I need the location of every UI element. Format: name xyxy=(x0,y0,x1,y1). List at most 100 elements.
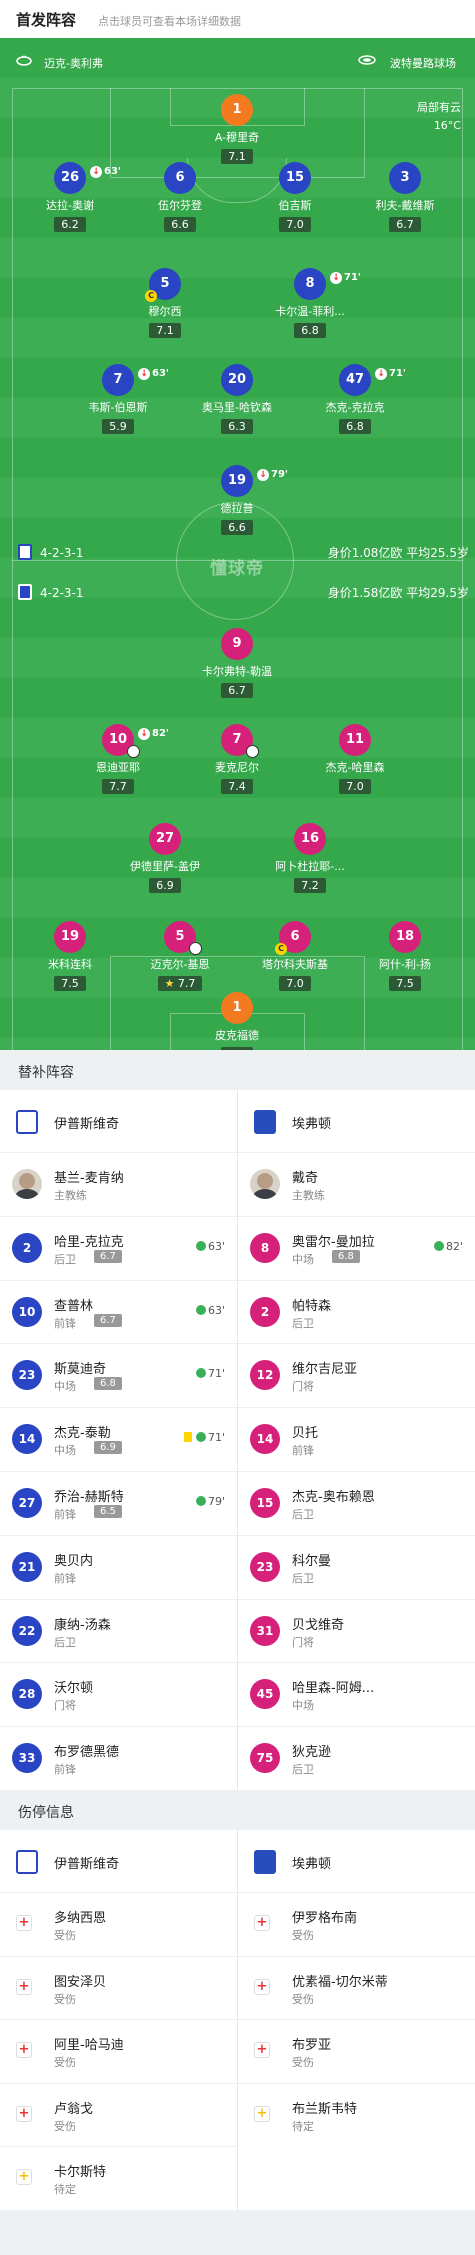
away-injury-row[interactable]: + 布罗亚 受伤 xyxy=(238,2019,475,2082)
injured-player-name: 阿里-哈马迪 xyxy=(54,2038,124,2054)
sub-position: 后卫 xyxy=(292,1316,314,1330)
away-sub-row[interactable]: 14 贝托 前锋 xyxy=(238,1407,475,1470)
sub-position: 前锋 xyxy=(54,1316,76,1330)
away-player-7[interactable]: 7 麦克尼尔 7.4 xyxy=(182,724,292,802)
home-player-19[interactable]: 19 ↓ 79' 德拉普 6.6 xyxy=(182,465,292,543)
sub-rating: 6.8 xyxy=(94,1377,122,1391)
sub-on-icon xyxy=(195,1432,206,1443)
page-title: 首发阵容 xyxy=(16,11,77,29)
player-rating: 5.9 xyxy=(102,419,134,434)
weather-text: 局部有云 xyxy=(417,101,461,114)
away-player-5[interactable]: 5 迈克尔-基恩 7.7 xyxy=(125,921,235,999)
away-player-27[interactable]: 27 伊德里萨-盖伊 6.9 xyxy=(110,823,220,901)
player-number-badge: 15 xyxy=(279,162,311,194)
away-player-10[interactable]: 10 ↓ 82' 恩迪亚耶 7.7 xyxy=(63,724,173,802)
away-injury-row[interactable]: + 优素福-切尔米蒂 受伤 xyxy=(238,1955,475,2019)
home-player-26[interactable]: 26 ↓ 63' 达拉-奥谢 6.2 xyxy=(15,162,125,240)
injured-player-name: 布兰斯韦特 xyxy=(292,2101,358,2117)
sub-off-icon: ↓ xyxy=(375,368,387,380)
sub-off-marker: ↓ 71' xyxy=(330,262,361,294)
home-injury-row[interactable]: + 图安泽贝 受伤 xyxy=(0,1955,237,2019)
home-player-3[interactable]: 3 利夫-戴维斯 6.7 xyxy=(350,162,460,240)
sub-position: 中场 xyxy=(54,1444,76,1458)
team-name: 埃弗顿 xyxy=(292,1857,332,1872)
home-venue-name: 迈克-奥利弗 xyxy=(44,57,103,70)
home-player-8[interactable]: 8 ↓ 71' 卡尔温-菲利... 6.8 xyxy=(255,268,365,346)
home-player-7[interactable]: 7 ↓ 63' 韦斯-伯恩斯 5.9 xyxy=(63,364,173,442)
injury-status: 受伤 xyxy=(54,1929,76,1942)
sub-name: 狄克逊 xyxy=(292,1745,332,1761)
home-injury-row[interactable]: + 阿里-哈马迪 受伤 xyxy=(0,2019,237,2082)
player-number-badge: 16 xyxy=(294,823,326,855)
sub-position: 后卫 xyxy=(292,1763,314,1777)
away-player-11[interactable]: 11 杰克-哈里森 7.0 xyxy=(300,724,410,802)
away-player-18[interactable]: 18 阿什-利-扬 7.5 xyxy=(350,921,460,999)
home-sub-row[interactable]: 基兰-麦肯纳 主教练 xyxy=(0,1152,237,1215)
away-player-9[interactable]: 9 卡尔弗特-勒温 6.7 xyxy=(182,628,292,706)
home-player-5[interactable]: 5 C 穆尔西 7.1 xyxy=(110,268,220,346)
player-number-badge: 1 xyxy=(221,992,253,1024)
away-player-6[interactable]: 6 C 塔尔科夫斯基 7.0 xyxy=(240,921,350,999)
home-formation-text: 4-2-3-1 xyxy=(40,546,84,560)
sub-name: 帕特森 xyxy=(292,1298,332,1314)
home-sub-row[interactable]: 2 哈里-克拉克 后卫 6.7 63' xyxy=(0,1215,237,1279)
home-player-20[interactable]: 20 奥马里-哈钦森 6.3 xyxy=(182,364,292,442)
player-rating: 7.0 xyxy=(279,217,311,232)
sub-number-badge: 23 xyxy=(250,1551,280,1582)
home-player-15[interactable]: 15 伯吉斯 7.0 xyxy=(240,162,350,240)
player-name: 达拉-奥谢 xyxy=(46,199,94,212)
weather-info: 局部有云 16°C xyxy=(417,99,461,135)
away-injury-row[interactable]: + 伊罗格布南 受伤 xyxy=(238,1892,475,1955)
home-sub-row[interactable]: 14 杰克-泰勒 中场 6.9 71' xyxy=(0,1407,237,1470)
injury-status: 受伤 xyxy=(292,2056,314,2070)
away-player-19[interactable]: 19 米科连科 7.5 xyxy=(15,921,125,999)
coach-avatar xyxy=(250,1169,280,1199)
away-sub-row[interactable]: 戴奇 主教练 xyxy=(238,1152,475,1215)
home-player-47[interactable]: 47 ↓ 71' 杰克-克拉克 6.8 xyxy=(300,364,410,442)
home-sub-row[interactable]: 28 沃尔顿 门将 xyxy=(0,1662,237,1725)
home-sub-row[interactable]: 21 奥贝内 前锋 xyxy=(0,1534,237,1598)
sub-position: 中场 xyxy=(54,1380,76,1394)
away-sub-row[interactable]: 75 狄克逊 后卫 xyxy=(238,1726,475,1789)
away-sub-row[interactable]: 2 帕特森 后卫 xyxy=(238,1279,475,1343)
home-injury-row[interactable]: + 卡尔斯特 待定 xyxy=(0,2146,237,2209)
away-injury-row[interactable]: + 布兰斯韦特 待定 xyxy=(238,2082,475,2146)
sub-on-time: 71' xyxy=(195,1367,225,1380)
sub-position: 门将 xyxy=(292,1635,314,1649)
sub-name: 康纳-汤森 xyxy=(54,1617,111,1633)
home-injury-row[interactable]: + 多纳西恩 受伤 xyxy=(0,1892,237,1955)
sub-number-badge: 8 xyxy=(250,1232,280,1263)
away-sub-row[interactable]: 15 杰克-奥布赖恩 后卫 xyxy=(238,1471,475,1534)
away-sub-row[interactable]: 31 贝戈维奇 门将 xyxy=(238,1598,475,1662)
injury-status: 受伤 xyxy=(54,2119,76,2133)
player-number-badge: 6 xyxy=(164,162,196,194)
everton-badge-icon xyxy=(18,584,32,600)
away-player-16[interactable]: 16 阿卜杜拉耶-... 7.2 xyxy=(255,823,365,901)
away-player-1[interactable]: 1皮克福德6.7 xyxy=(182,992,292,1050)
injury-status: 受伤 xyxy=(54,1992,76,2006)
sub-on-icon xyxy=(195,1304,206,1315)
home-sub-row[interactable]: 23 斯莫迪奇 中场 6.8 71' xyxy=(0,1343,237,1406)
away-sub-row[interactable]: 23 科尔曼 后卫 xyxy=(238,1534,475,1598)
home-sub-row[interactable]: 10 查普林 前锋 6.7 63' xyxy=(0,1279,237,1343)
away-age: 平均29.5岁 xyxy=(406,586,469,600)
home-player-1[interactable]: 1 A-穆里奇 7.1 xyxy=(182,94,292,172)
home-sub-row[interactable]: 27 乔治-赫斯特 前锋 6.5 79' xyxy=(0,1471,237,1534)
player-number-badge: 19 xyxy=(54,921,86,953)
sub-position: 前锋 xyxy=(54,1763,76,1777)
injured-player-name: 优素福-切尔米蒂 xyxy=(292,1974,388,1990)
player-name: 恩迪亚耶 xyxy=(96,761,140,774)
player-name: 米科连科 xyxy=(48,958,92,971)
home-injury-row[interactable]: + 卢翁戈 受伤 xyxy=(0,2082,237,2146)
sub-position: 前锋 xyxy=(54,1508,76,1521)
away-sub-row[interactable]: 8 奥雷尔-曼加拉 中场 6.8 82' xyxy=(238,1215,475,1279)
away-sub-row[interactable]: 45 哈里森-阿姆... 中场 xyxy=(238,1662,475,1725)
home-sub-row[interactable]: 33 布罗德黑德 前锋 xyxy=(0,1726,237,1789)
injured-player-name: 卡尔斯特 xyxy=(54,2165,107,2181)
away-sub-row[interactable]: 12 维尔吉尼亚 门将 xyxy=(238,1343,475,1406)
sub-name: 奥雷尔-曼加拉 xyxy=(292,1234,375,1250)
away-venue-name: 波特曼路球场 xyxy=(390,57,456,70)
injury-cross-icon: + xyxy=(254,1978,270,1995)
home-player-6[interactable]: 6 伍尔芬登 6.6 xyxy=(125,162,235,240)
home-sub-row[interactable]: 22 康纳-汤森 后卫 xyxy=(0,1598,237,1662)
